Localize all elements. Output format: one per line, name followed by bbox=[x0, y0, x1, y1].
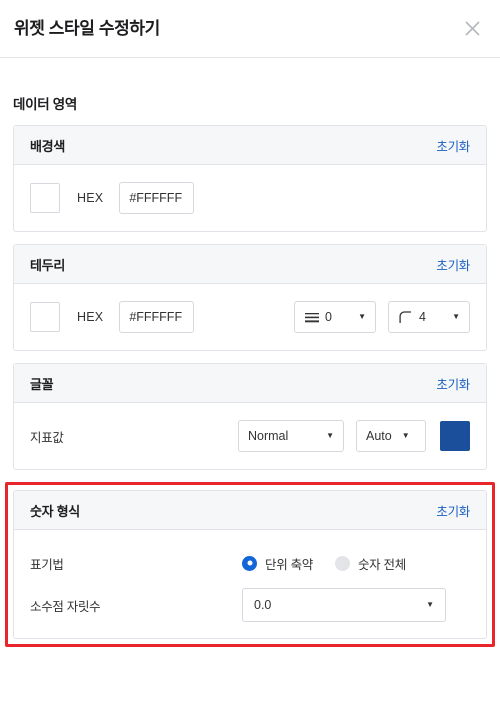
chevron-down-icon: ▼ bbox=[326, 431, 334, 440]
notation-row: 표기법 단위 축약 숫자 전체 bbox=[30, 544, 470, 582]
decimal-places-label: 소수점 자릿수 bbox=[30, 599, 101, 614]
card-title-background-color: 배경색 bbox=[30, 138, 65, 154]
border-corner-radius-value: 4 bbox=[419, 310, 426, 324]
border-color-swatch[interactable] bbox=[30, 302, 60, 332]
font-metric-value-row: 지표값 Normal ▼ Auto ▼ bbox=[30, 417, 470, 455]
border-corner-radius-select[interactable]: 4 ▼ bbox=[388, 301, 470, 333]
reset-link-font[interactable]: 초기화 bbox=[436, 374, 470, 393]
radio-label-abbreviated: 단위 축약 bbox=[265, 557, 313, 572]
dialog-title: 위젯 스타일 수정하기 bbox=[14, 19, 160, 38]
card-number-format: 숫자 형식 초기화 표기법 단위 축약 숫자 전체 소수점 자릿수 0.0 ▼ bbox=[13, 490, 487, 639]
font-color-swatch[interactable] bbox=[440, 421, 470, 451]
radio-full-number-icon bbox=[334, 555, 350, 571]
font-weight-value: Normal bbox=[248, 429, 289, 443]
card-header-background-color: 배경색 초기화 bbox=[14, 126, 486, 165]
notation-label: 표기법 bbox=[30, 557, 64, 572]
stroke-lines-icon bbox=[304, 312, 319, 323]
decimal-places-select[interactable]: 0.0 ▼ bbox=[242, 588, 446, 622]
reset-link-number-format[interactable]: 초기화 bbox=[436, 501, 470, 520]
dialog-body: 데이터 영역 배경색 초기화 HEX 테두리 초기화 HEX bbox=[0, 93, 500, 647]
card-header-number-format: 숫자 형식 초기화 bbox=[14, 491, 486, 530]
reset-link-border[interactable]: 초기화 bbox=[436, 255, 470, 274]
font-row-label: 지표값 bbox=[30, 430, 64, 445]
notation-radio-group: 단위 축약 숫자 전체 bbox=[242, 554, 406, 573]
highlight-outline-number-format: 숫자 형식 초기화 표기법 단위 축약 숫자 전체 소수점 자릿수 0.0 ▼ bbox=[5, 482, 495, 647]
radio-option-full-number[interactable]: 숫자 전체 bbox=[334, 554, 406, 573]
border-hex-label: HEX bbox=[77, 310, 104, 324]
background-hex-input[interactable] bbox=[119, 182, 195, 214]
card-title-number-format: 숫자 형식 bbox=[30, 503, 80, 519]
chevron-down-icon: ▼ bbox=[426, 600, 434, 609]
border-style-row: HEX 0 ▼ bbox=[30, 298, 470, 336]
font-size-select[interactable]: Auto ▼ bbox=[356, 420, 426, 452]
card-header-font: 글꼴 초기화 bbox=[14, 364, 486, 403]
background-hex-label: HEX bbox=[77, 191, 104, 205]
section-title-data-area: 데이터 영역 bbox=[13, 97, 78, 112]
card-background-color: 배경색 초기화 HEX bbox=[13, 125, 487, 232]
chevron-down-icon: ▼ bbox=[358, 312, 366, 321]
border-stroke-width-value: 0 bbox=[325, 310, 332, 324]
chevron-down-icon: ▼ bbox=[401, 431, 410, 440]
card-title-font: 글꼴 bbox=[30, 376, 54, 392]
card-font: 글꼴 초기화 지표값 Normal ▼ Auto ▼ bbox=[13, 363, 487, 470]
border-hex-input[interactable] bbox=[119, 301, 195, 333]
card-body-background-color: HEX bbox=[14, 165, 486, 231]
background-color-row: HEX bbox=[30, 179, 470, 217]
card-border: 테두리 초기화 HEX 0 ▼ bbox=[13, 244, 487, 351]
radio-label-full-number: 숫자 전체 bbox=[357, 557, 406, 572]
close-icon[interactable] bbox=[458, 15, 486, 43]
card-header-border: 테두리 초기화 bbox=[14, 245, 486, 284]
corner-radius-icon bbox=[398, 311, 413, 323]
border-stroke-width-select[interactable]: 0 ▼ bbox=[294, 301, 376, 333]
card-body-number-format: 표기법 단위 축약 숫자 전체 소수점 자릿수 0.0 ▼ bbox=[14, 530, 486, 638]
radio-option-abbreviated[interactable]: 단위 축약 bbox=[242, 554, 313, 573]
background-color-swatch[interactable] bbox=[30, 183, 60, 213]
decimal-places-value: 0.0 bbox=[254, 598, 272, 612]
radio-abbreviated-icon bbox=[242, 555, 257, 571]
card-title-border: 테두리 bbox=[30, 257, 65, 273]
corner-radius-icon-glyph bbox=[399, 311, 412, 323]
close-icon-glyph bbox=[464, 21, 480, 36]
card-body-font: 지표값 Normal ▼ Auto ▼ bbox=[14, 403, 486, 469]
reset-link-background-color[interactable]: 초기화 bbox=[436, 136, 470, 155]
font-size-value: Auto bbox=[366, 429, 392, 443]
decimal-places-row: 소수점 자릿수 0.0 ▼ bbox=[30, 586, 470, 624]
font-weight-select[interactable]: Normal ▼ bbox=[238, 420, 344, 452]
card-body-border: HEX 0 ▼ bbox=[14, 284, 486, 350]
stroke-lines-icon-glyph bbox=[304, 312, 319, 322]
dialog-header: 위젯 스타일 수정하기 bbox=[0, 0, 500, 58]
chevron-down-icon: ▼ bbox=[452, 312, 460, 321]
